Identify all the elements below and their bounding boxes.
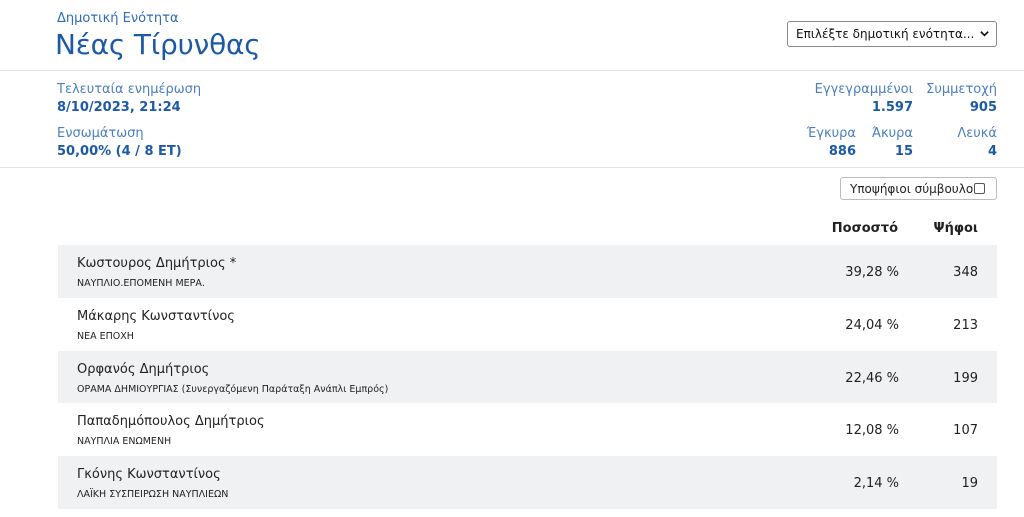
registered-value: 1.597 bbox=[871, 100, 913, 115]
results-table: Κωστουρος Δημήτριος * ΝΑΥΠΛΙΟ.ΕΠΟΜΕΝΗ ΜΕ… bbox=[58, 245, 997, 509]
candidate-name: Γκόνης Κωνσταντίνος bbox=[77, 467, 221, 483]
table-row[interactable]: Κωστουρος Δημήτριος * ΝΑΥΠΛΙΟ.ΕΠΟΜΕΝΗ ΜΕ… bbox=[58, 245, 997, 298]
candidate-percent: 2,14 % bbox=[853, 476, 899, 492]
table-row[interactable]: Μάκαρης Κωνσταντίνος ΝΕΑ ΕΠΟΧΗ 24,04 % 2… bbox=[58, 298, 997, 351]
toggle-label: Υποψήφιοι σύμβουλοι bbox=[850, 182, 978, 196]
candidate-name: Μάκαρης Κωνσταντίνος bbox=[77, 308, 235, 324]
candidate-party: ΛΑΪΚΗ ΣΥΣΠΕΙΡΩΣΗ ΝΑΥΠΛΙΕΩΝ bbox=[77, 489, 229, 501]
page-header: Δημοτική Ενότητα Νέας Τίρυνθας Επιλέξτε … bbox=[0, 0, 1024, 71]
stats-panel: Τελευταία ενημέρωση 8/10/2023, 21:24 Ενσ… bbox=[0, 71, 1024, 168]
valid-label: Έγκυρα bbox=[806, 126, 856, 141]
blank-label: Λευκά bbox=[957, 126, 997, 141]
table-row[interactable]: Γκόνης Κωνσταντίνος ΛΑΪΚΗ ΣΥΣΠΕΙΡΩΣΗ ΝΑΥ… bbox=[58, 456, 997, 509]
candidate-party: ΝΑΥΠΛΙΑ ΕΝΩΜΕΝΗ bbox=[77, 436, 172, 448]
candidate-percent: 24,04 % bbox=[845, 317, 899, 333]
header-percent: Ποσοστό bbox=[831, 221, 898, 236]
select-value: Επιλέξτε δημοτική ενότητα... bbox=[796, 27, 975, 41]
candidate-party: ΟΡΑΜΑ ΔΗΜΙΟΥΡΓΙΑΣ (Συνεργαζόμενη Παράταξ… bbox=[77, 383, 389, 395]
integration-label: Ενσωμάτωση bbox=[57, 126, 144, 141]
candidate-party: ΝΕΑ ΕΠΟΧΗ bbox=[77, 330, 134, 342]
valid-value: 886 bbox=[828, 144, 856, 159]
candidate-name: Παπαδημόπουλος Δημήτριος bbox=[77, 414, 265, 430]
page-subtitle: Δημοτική Ενότητα bbox=[57, 11, 179, 26]
last-update-label: Τελευταία ενημέρωση bbox=[57, 82, 202, 97]
integration-value: 50,00% (4 / 8 ΕΤ) bbox=[57, 144, 182, 159]
checkbox-icon[interactable] bbox=[974, 183, 985, 194]
table-row[interactable]: Παπαδημόπουλος Δημήτριος ΝΑΥΠΛΙΑ ΕΝΩΜΕΝΗ… bbox=[58, 403, 997, 456]
candidate-percent: 22,46 % bbox=[845, 370, 899, 386]
blank-value: 4 bbox=[987, 144, 997, 159]
candidate-name: Ορφανός Δημήτριος bbox=[77, 361, 210, 377]
page-title: Νέας Τίρυνθας bbox=[55, 28, 261, 61]
invalid-value: 15 bbox=[894, 144, 913, 159]
candidate-percent: 39,28 % bbox=[845, 265, 899, 280]
municipal-unit-select[interactable]: Επιλέξτε δημοτική ενότητα... bbox=[787, 21, 997, 47]
candidate-votes: 107 bbox=[953, 423, 978, 439]
candidate-percent: 12,08 % bbox=[845, 423, 899, 439]
candidate-votes: 19 bbox=[961, 476, 978, 492]
registered-label: Εγγεγραμμένοι bbox=[814, 82, 913, 97]
header-votes: Ψήφοι bbox=[933, 221, 978, 236]
last-update-value: 8/10/2023, 21:24 bbox=[57, 100, 181, 115]
candidate-name: Κωστουρος Δημήτριος * bbox=[77, 256, 237, 271]
candidate-votes: 213 bbox=[953, 317, 978, 333]
candidate-votes: 348 bbox=[953, 265, 978, 280]
chevron-down-icon bbox=[980, 31, 989, 37]
invalid-label: Άκυρα bbox=[871, 126, 913, 141]
turnout-value: 905 bbox=[969, 100, 997, 115]
turnout-label: Συμμετοχή bbox=[926, 82, 997, 97]
candidate-councillors-toggle[interactable]: Υποψήφιοι σύμβουλοι bbox=[840, 177, 997, 200]
table-row[interactable]: Ορφανός Δημήτριος ΟΡΑΜΑ ΔΗΜΙΟΥΡΓΙΑΣ (Συν… bbox=[58, 350, 997, 404]
candidate-votes: 199 bbox=[953, 370, 978, 386]
candidate-party: ΝΑΥΠΛΙΟ.ΕΠΟΜΕΝΗ ΜΕΡΑ. bbox=[77, 278, 205, 289]
